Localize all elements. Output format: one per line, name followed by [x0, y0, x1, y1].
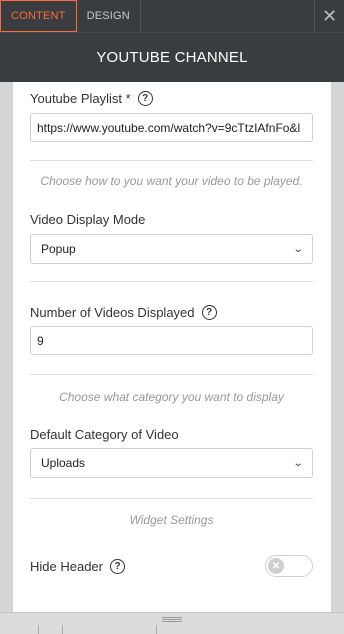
num-videos-input[interactable]: 9 — [30, 326, 313, 355]
display-mode-value: Popup — [41, 242, 76, 256]
close-button[interactable]: ✕ — [314, 0, 344, 32]
num-videos-label: Number of Videos Displayed — [30, 305, 195, 320]
display-mode-label-row: Video Display Mode — [30, 212, 314, 227]
category-label-row: Default Category of Video — [30, 427, 314, 442]
hide-header-label: Hide Header — [30, 558, 103, 574]
tab-design[interactable]: DESIGN — [77, 0, 141, 32]
help-icon[interactable]: ? — [201, 305, 217, 320]
num-videos-label-row: Number of Videos Displayed ? — [30, 305, 314, 320]
settings-panel[interactable]: Youtube Playlist * ? https://www.youtube… — [13, 82, 331, 612]
page-title: YOUTUBE CHANNEL — [96, 49, 248, 66]
widget-settings-heading: Widget Settings — [129, 513, 214, 527]
top-tab-bar: CONTENT DESIGN ✕ — [0, 0, 344, 32]
category-hint: Choose what category you want to display — [59, 390, 284, 404]
help-icon[interactable]: ? — [137, 91, 153, 106]
hide-header-toggle[interactable]: ✕ — [265, 555, 313, 577]
category-select[interactable]: Uploads ⌄ — [30, 448, 313, 478]
tab-content[interactable]: CONTENT — [0, 0, 77, 32]
bottom-bar — [0, 612, 344, 634]
divider — [30, 498, 313, 499]
hide-header-label-row: Hide Header ? — [30, 558, 125, 574]
category-label: Default Category of Video — [30, 427, 179, 442]
playlist-input[interactable]: https://www.youtube.com/watch?v=9cTtzIAf… — [30, 113, 313, 142]
display-mode-select[interactable]: Popup ⌄ — [30, 234, 313, 264]
divider — [30, 160, 313, 161]
hide-header-row: Hide Header ? ✕ — [30, 555, 313, 577]
playlist-label: Youtube Playlist * — [30, 91, 131, 106]
playlist-label-row: Youtube Playlist * ? — [30, 91, 314, 106]
divider — [30, 281, 313, 282]
divider — [38, 625, 39, 634]
display-mode-label: Video Display Mode — [30, 212, 146, 227]
play-mode-hint: Choose how to you want your video to be … — [40, 174, 303, 188]
help-icon[interactable]: ? — [110, 558, 125, 574]
divider — [156, 625, 157, 634]
tab-spacer — [141, 0, 314, 32]
toggle-off-icon: ✕ — [268, 558, 284, 574]
chevron-down-icon: ⌄ — [292, 243, 304, 255]
divider — [30, 374, 313, 375]
close-icon: ✕ — [321, 5, 338, 26]
chevron-down-icon: ⌄ — [292, 457, 304, 469]
category-value: Uploads — [41, 456, 86, 470]
panel-header: YOUTUBE CHANNEL — [0, 32, 344, 82]
divider — [62, 625, 63, 634]
resize-handle[interactable] — [162, 617, 182, 622]
